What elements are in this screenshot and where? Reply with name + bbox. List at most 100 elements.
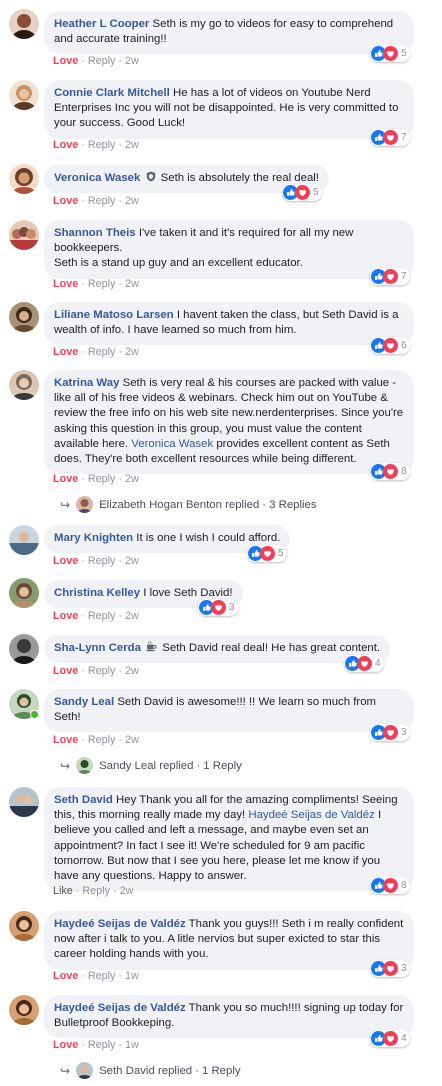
avatar[interactable] [9, 634, 39, 664]
love-button[interactable]: Love [53, 55, 78, 67]
reaction-badge[interactable]: 8 [370, 463, 410, 480]
author-name[interactable]: Liliane Matoso Larsen [54, 309, 174, 321]
reply-arrow-icon: ↪ [60, 758, 71, 773]
reaction-badge[interactable]: 8 [370, 877, 410, 894]
author-name[interactable]: Heather L Cooper [54, 18, 149, 30]
reaction-badge[interactable]: 3 [370, 724, 410, 741]
author-name[interactable]: Haydeé Seijas de Valdéz [54, 1002, 186, 1014]
comment-actions: Love · Reply · 2w [53, 610, 139, 622]
love-icon [383, 269, 398, 284]
avatar[interactable] [9, 302, 39, 332]
love-button[interactable]: Love [53, 278, 78, 290]
comment-text: It is one I wish I could afford. [136, 532, 281, 544]
author-name[interactable]: Sandy Leal [54, 696, 114, 708]
timestamp[interactable]: 2w [125, 278, 139, 290]
reaction-badge[interactable]: 4 [370, 1030, 410, 1047]
author-name[interactable]: Christina Kelley [54, 587, 140, 599]
author-name[interactable]: Sha-Lynn Cerda [54, 642, 141, 654]
replies-link[interactable]: ↪ Elizabeth Hogan Benton replied · 3 Repli… [60, 496, 317, 513]
reaction-badge[interactable]: 4 [344, 655, 384, 672]
avatar[interactable] [9, 370, 39, 400]
comment-bubble: Haydeé Seijas de Valdéz Thank you so muc… [44, 995, 414, 1039]
love-button[interactable]: Love [53, 970, 78, 982]
reply-button[interactable]: Reply [88, 1039, 116, 1051]
love-button[interactable]: Love [53, 734, 78, 746]
love-button[interactable]: Love [53, 346, 78, 358]
avatar[interactable] [9, 164, 39, 194]
love-button[interactable]: Love [53, 555, 78, 567]
replies-link[interactable]: ↪ Sandy Leal replied · 1 Reply [60, 757, 242, 774]
reaction-badge[interactable]: 3 [198, 599, 238, 616]
love-button[interactable]: Love [53, 473, 78, 485]
author-name[interactable]: Veronica Wasek [54, 172, 140, 184]
like-button[interactable]: Like [53, 885, 73, 897]
avatar[interactable] [9, 787, 39, 817]
reaction-badge[interactable]: 7 [370, 268, 410, 285]
author-name[interactable]: Katrina Way [54, 377, 119, 389]
reply-button[interactable]: Reply [88, 610, 116, 622]
timestamp[interactable]: 2w [120, 885, 134, 897]
avatar [76, 757, 94, 774]
reply-verb: replied [225, 498, 260, 511]
reply-button[interactable]: Reply [88, 734, 116, 746]
comment-bubble: Shannon Theis I've taken it and it's req… [44, 220, 414, 279]
avatar[interactable] [9, 525, 39, 555]
timestamp[interactable]: 2w [125, 55, 139, 67]
timestamp[interactable]: 2w [125, 139, 139, 151]
reply-button[interactable]: Reply [88, 555, 116, 567]
reply-button[interactable]: Reply [88, 195, 116, 207]
reply-button[interactable]: Reply [88, 346, 116, 358]
reaction-badge[interactable]: 5 [282, 184, 322, 201]
reply-button[interactable]: Reply [88, 139, 116, 151]
reaction-badge[interactable]: 5 [247, 545, 287, 562]
reply-button[interactable]: Reply [88, 665, 116, 677]
comment-actions: Love · Reply · 1w [53, 1039, 139, 1051]
love-button[interactable]: Love [53, 1039, 78, 1051]
timestamp[interactable]: 2w [125, 555, 139, 567]
love-button[interactable]: Love [53, 139, 78, 151]
love-icon [383, 130, 398, 145]
author-name[interactable]: Shannon Theis [54, 227, 136, 239]
author-name[interactable]: Connie Clark Mitchell [54, 87, 170, 99]
avatar[interactable] [9, 578, 39, 608]
author-name[interactable]: Mary Knighten [54, 532, 133, 544]
avatar[interactable] [9, 911, 39, 941]
reaction-badge[interactable]: 6 [370, 337, 410, 354]
love-button[interactable]: Love [53, 195, 78, 207]
reply-count: 1 Reply [201, 1064, 241, 1077]
coffee-icon [146, 641, 157, 652]
reply-button[interactable]: Reply [82, 885, 110, 897]
love-icon [383, 1031, 398, 1046]
reply-author: Seth David [99, 1064, 155, 1077]
reply-button[interactable]: Reply [88, 278, 116, 290]
timestamp[interactable]: 2w [125, 346, 139, 358]
timestamp[interactable]: 1w [125, 970, 139, 982]
love-button[interactable]: Love [53, 665, 78, 677]
timestamp[interactable]: 2w [125, 195, 139, 207]
mention-link[interactable]: Haydeé Seijas de Valdéz [248, 809, 374, 821]
reply-button[interactable]: Reply [88, 473, 116, 485]
timestamp[interactable]: 2w [125, 610, 139, 622]
reaction-badge[interactable]: 3 [370, 960, 410, 977]
timestamp[interactable]: 2w [125, 473, 139, 485]
author-name[interactable]: Seth David [54, 794, 113, 806]
comment-actions: Love · Reply · 2w [53, 195, 139, 207]
reaction-count: 7 [401, 271, 407, 282]
reaction-badge[interactable]: 5 [370, 45, 410, 62]
love-icon [295, 185, 310, 200]
replies-link[interactable]: ↪ Seth David replied · 1 Reply [60, 1062, 241, 1079]
mention-link[interactable]: Veronica Wasek [131, 438, 213, 450]
timestamp[interactable]: 2w [125, 734, 139, 746]
reply-button[interactable]: Reply [88, 970, 116, 982]
avatar[interactable] [9, 220, 39, 250]
avatar[interactable] [9, 80, 39, 110]
reaction-badge[interactable]: 7 [370, 129, 410, 146]
reply-author: Elizabeth Hogan Benton [99, 498, 222, 511]
love-button[interactable]: Love [53, 610, 78, 622]
timestamp[interactable]: 2w [125, 665, 139, 677]
reply-button[interactable]: Reply [88, 55, 116, 67]
author-name[interactable]: Haydeé Seijas de Valdéz [54, 918, 186, 930]
avatar[interactable] [9, 9, 39, 39]
avatar[interactable] [9, 995, 39, 1025]
timestamp[interactable]: 1w [125, 1039, 139, 1051]
